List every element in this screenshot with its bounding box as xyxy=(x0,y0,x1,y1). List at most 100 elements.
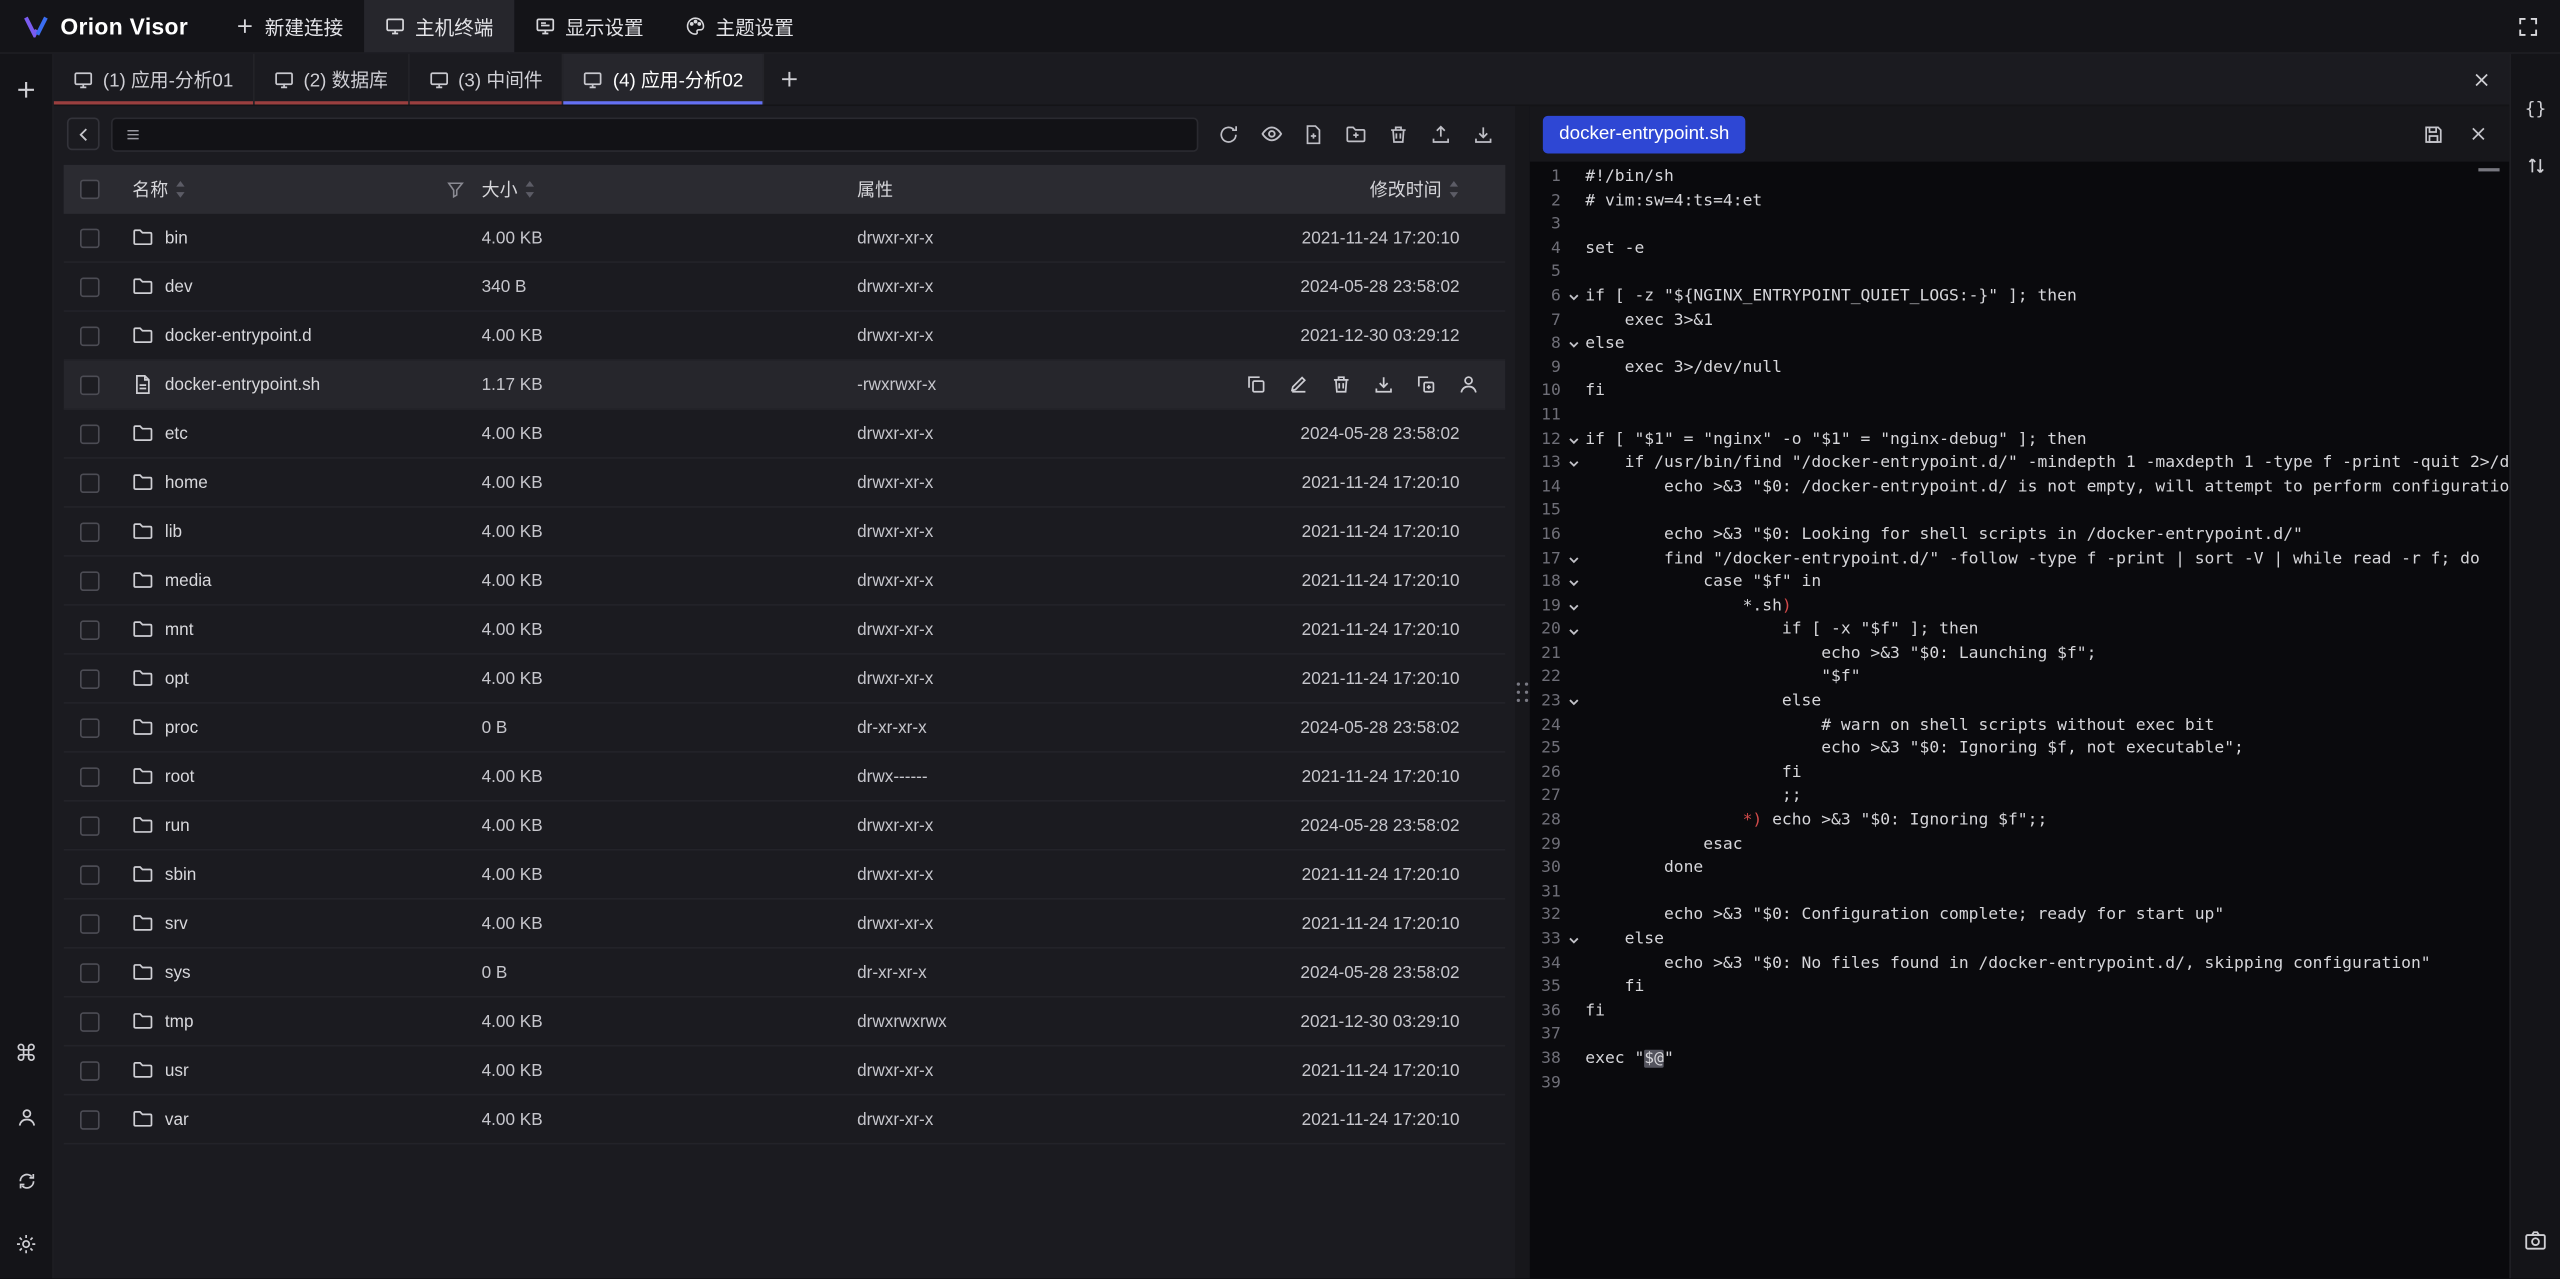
column-size[interactable]: 大小 xyxy=(482,176,536,202)
editor-scroll-indicator[interactable] xyxy=(2478,168,2499,171)
file-row[interactable]: sys0 Bdr-xr-xr-x2024-05-28 23:58:02 xyxy=(64,949,1506,998)
settings-gear-icon[interactable] xyxy=(8,1227,44,1263)
file-row[interactable]: usr4.00 KBdrwxr-xr-x2021-11-24 17:20:10 xyxy=(64,1047,1506,1096)
refresh-icon[interactable] xyxy=(1210,116,1248,152)
file-row[interactable]: mnt4.00 KBdrwxr-xr-x2021-11-24 17:20:10 xyxy=(64,606,1506,655)
file-row[interactable]: dev340 Bdrwxr-xr-x2024-05-28 23:58:02 xyxy=(64,263,1506,312)
user-icon[interactable] xyxy=(8,1099,44,1135)
fold-chevron-icon[interactable] xyxy=(1561,434,1585,447)
file-row[interactable]: bin4.00 KBdrwxr-xr-x2021-11-24 17:20:10 xyxy=(64,214,1506,263)
splitter-grip-icon[interactable] xyxy=(1517,683,1528,703)
file-row[interactable]: srv4.00 KBdrwxr-xr-x2021-11-24 17:20:10 xyxy=(64,900,1506,949)
swap-lines-icon[interactable] xyxy=(2518,147,2554,183)
duplicate-icon[interactable] xyxy=(1416,374,1437,395)
new-file-icon[interactable] xyxy=(1295,116,1333,152)
column-mtime[interactable]: 修改时间 xyxy=(1370,176,1460,202)
file-row[interactable]: etc4.00 KBdrwxr-xr-x2024-05-28 23:58:02 xyxy=(64,410,1506,459)
file-row[interactable]: home4.00 KBdrwxr-xr-x2021-11-24 17:20:10 xyxy=(64,459,1506,508)
add-tab-button[interactable] xyxy=(764,54,813,105)
row-checkbox[interactable] xyxy=(80,375,100,395)
terminal-tab[interactable]: (2) 数据库 xyxy=(254,54,409,105)
terminal-tab[interactable]: (3) 中间件 xyxy=(409,54,564,105)
edit-icon[interactable] xyxy=(1288,374,1309,395)
braces-icon[interactable]: {} xyxy=(2518,90,2554,126)
row-checkbox[interactable] xyxy=(80,228,100,248)
row-checkbox[interactable] xyxy=(80,424,100,444)
select-all-checkbox[interactable] xyxy=(80,180,100,200)
command-shortcut-icon[interactable]: ⌘ xyxy=(8,1036,44,1072)
delete-icon[interactable] xyxy=(1331,374,1352,395)
file-row[interactable]: lib4.00 KBdrwxr-xr-x2021-11-24 17:20:10 xyxy=(64,508,1506,557)
palette-icon xyxy=(686,16,706,36)
panel-splitter[interactable] xyxy=(1515,106,1530,1279)
column-name[interactable]: 名称 xyxy=(132,176,186,202)
file-row[interactable]: var4.00 KBdrwxr-xr-x2021-11-24 17:20:10 xyxy=(64,1096,1506,1145)
row-checkbox[interactable] xyxy=(80,669,100,689)
menu-item-host-terminal[interactable]: 主机终端 xyxy=(364,0,514,52)
fullscreen-icon[interactable] xyxy=(2509,8,2545,44)
file-row[interactable]: docker-entrypoint.sh1.17 KB-rwxrwxr-x xyxy=(64,361,1506,410)
close-editor-icon[interactable] xyxy=(2460,116,2496,152)
row-checkbox[interactable] xyxy=(80,962,100,982)
new-folder-icon[interactable] xyxy=(1337,116,1375,152)
row-checkbox[interactable] xyxy=(80,620,100,640)
sort-icon[interactable] xyxy=(175,180,186,200)
fold-chevron-icon[interactable] xyxy=(1561,553,1585,566)
menu-item-display-settings[interactable]: 显示设置 xyxy=(515,0,665,52)
menu-item-new-connection[interactable]: 新建连接 xyxy=(214,0,364,52)
fold-chevron-icon[interactable] xyxy=(1561,601,1585,614)
file-row[interactable]: proc0 Bdr-xr-xr-x2024-05-28 23:58:02 xyxy=(64,704,1506,753)
row-checkbox[interactable] xyxy=(80,718,100,738)
upload-icon[interactable] xyxy=(1422,116,1460,152)
editor-file-tab[interactable]: docker-entrypoint.sh xyxy=(1543,115,1746,153)
screenshot-camera-icon[interactable] xyxy=(2518,1223,2554,1259)
download-icon[interactable] xyxy=(1464,116,1502,152)
fold-chevron-icon[interactable] xyxy=(1561,339,1585,352)
delete-icon[interactable] xyxy=(1380,116,1418,152)
terminal-tab[interactable]: (4) 应用-分析02 xyxy=(564,54,765,105)
save-icon[interactable] xyxy=(2415,116,2451,152)
row-checkbox[interactable] xyxy=(80,522,100,542)
file-row[interactable]: sbin4.00 KBdrwxr-xr-x2021-11-24 17:20:10 xyxy=(64,851,1506,900)
path-input[interactable] xyxy=(152,124,1185,144)
row-checkbox[interactable] xyxy=(80,1060,100,1080)
file-row[interactable]: run4.00 KBdrwxr-xr-x2024-05-28 23:58:02 xyxy=(64,802,1506,851)
close-all-icon[interactable] xyxy=(2454,54,2510,105)
menu-item-theme-settings[interactable]: 主题设置 xyxy=(665,0,815,52)
preview-eye-icon[interactable] xyxy=(1252,116,1290,152)
row-checkbox[interactable] xyxy=(80,277,100,297)
back-button[interactable] xyxy=(67,118,100,151)
terminal-tab[interactable]: (1) 应用-分析01 xyxy=(54,54,255,105)
fold-chevron-icon[interactable] xyxy=(1561,291,1585,304)
sort-icon[interactable] xyxy=(1448,180,1459,200)
file-size: 340 B xyxy=(482,277,858,297)
row-checkbox[interactable] xyxy=(80,473,100,493)
copy-icon[interactable] xyxy=(1246,374,1267,395)
code-editor[interactable]: 1#!/bin/sh2# vim:sw=4:ts=4:et34set -e56i… xyxy=(1530,162,2510,1279)
fold-chevron-icon[interactable] xyxy=(1561,934,1585,947)
file-row[interactable]: opt4.00 KBdrwxr-xr-x2021-11-24 17:20:10 xyxy=(64,655,1506,704)
sort-icon[interactable] xyxy=(524,180,535,200)
fold-chevron-icon[interactable] xyxy=(1561,458,1585,471)
row-checkbox[interactable] xyxy=(80,767,100,787)
line-number: 29 xyxy=(1530,834,1561,858)
row-checkbox[interactable] xyxy=(80,326,100,346)
fold-chevron-icon[interactable] xyxy=(1561,625,1585,638)
row-checkbox[interactable] xyxy=(80,816,100,836)
file-row[interactable]: media4.00 KBdrwxr-xr-x2021-11-24 17:20:1… xyxy=(64,557,1506,606)
filter-funnel-icon[interactable] xyxy=(446,180,466,200)
sync-status-icon[interactable] xyxy=(8,1163,44,1199)
row-checkbox[interactable] xyxy=(80,1109,100,1129)
file-row[interactable]: root4.00 KBdrwx------2021-11-24 17:20:10 xyxy=(64,753,1506,802)
file-row[interactable]: docker-entrypoint.d4.00 KBdrwxr-xr-x2021… xyxy=(64,312,1506,361)
fold-chevron-icon[interactable] xyxy=(1561,696,1585,709)
row-checkbox[interactable] xyxy=(80,571,100,591)
new-tab-plus-icon[interactable] xyxy=(8,72,44,108)
row-checkbox[interactable] xyxy=(80,864,100,884)
row-checkbox[interactable] xyxy=(80,1011,100,1031)
download-icon[interactable] xyxy=(1373,374,1394,395)
permission-icon[interactable] xyxy=(1458,374,1479,395)
fold-chevron-icon[interactable] xyxy=(1561,577,1585,590)
row-checkbox[interactable] xyxy=(80,913,100,933)
file-row[interactable]: tmp4.00 KBdrwxrwxrwx2021-12-30 03:29:10 xyxy=(64,998,1506,1047)
